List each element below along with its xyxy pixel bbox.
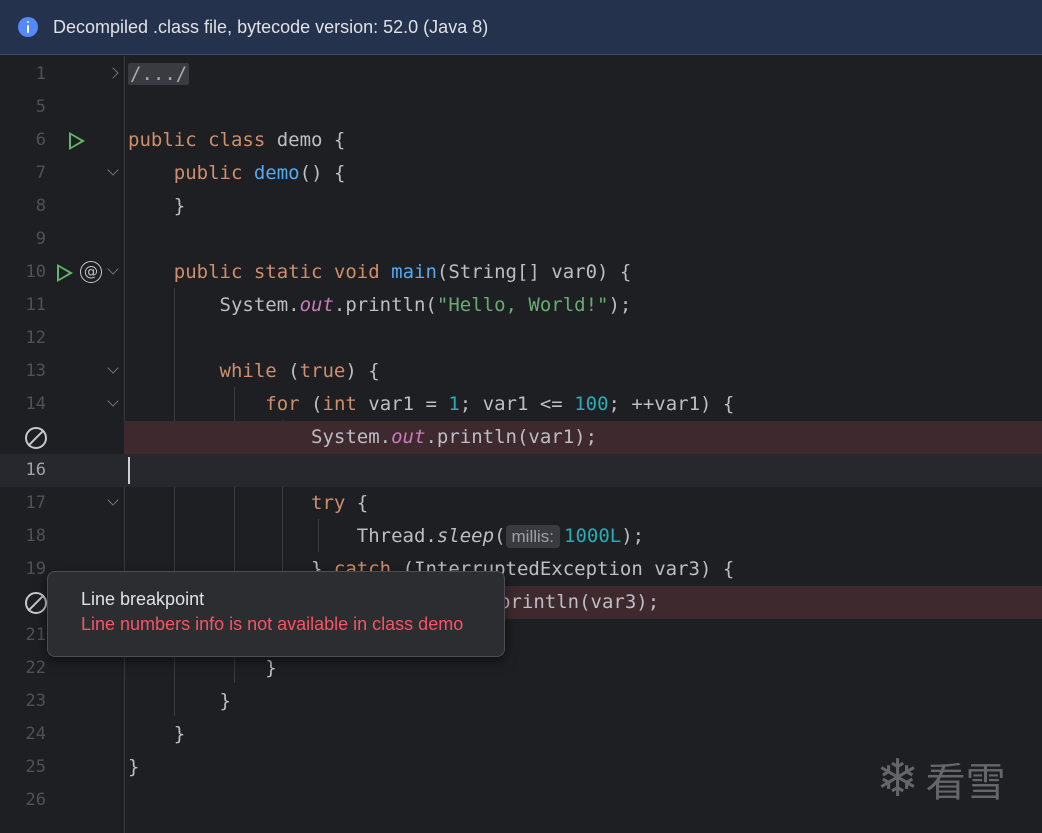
number-literal: 1 xyxy=(448,393,460,415)
line-number: 12 xyxy=(25,328,46,348)
code-line[interactable]: 8 } xyxy=(0,190,1042,223)
line-number: 16 xyxy=(25,460,46,480)
info-icon xyxy=(18,17,38,37)
line-number: 13 xyxy=(25,361,46,381)
keyword: public class xyxy=(128,129,266,151)
line-number: 18 xyxy=(25,526,46,546)
watermark-text: 看雪 xyxy=(925,760,1006,806)
code-line[interactable]: 17 try { xyxy=(0,487,1042,520)
line-number: 10 xyxy=(25,262,46,282)
number-literal: 100 xyxy=(574,393,609,415)
code-text: ( xyxy=(299,393,323,415)
code-text: ; ++var1) { xyxy=(608,393,735,415)
code-line[interactable]: 7 public demo() { xyxy=(0,157,1042,190)
disabled-breakpoint-icon[interactable] xyxy=(25,592,47,614)
code-text: (String[] var0) { xyxy=(436,261,632,283)
string-literal: "Hello, World!" xyxy=(436,294,609,316)
keyword: public static void xyxy=(173,261,380,283)
code-line[interactable]: 18 Thread.sleep(millis: 1000L); xyxy=(0,520,1042,553)
keyword: for xyxy=(265,393,300,415)
code-text: .println( xyxy=(333,294,437,316)
code-text: } xyxy=(219,690,231,712)
method-name: sleep xyxy=(436,525,495,547)
code-text: () { xyxy=(299,162,346,184)
code-line[interactable]: 10 @ public static void main(String[] va… xyxy=(0,256,1042,289)
tooltip-title: Line breakpoint xyxy=(81,589,205,609)
code-text: ; var1 <= xyxy=(459,393,575,415)
run-icon[interactable] xyxy=(69,132,85,150)
line-number: 8 xyxy=(35,196,46,216)
static-field: out xyxy=(391,426,426,448)
code-text: } xyxy=(173,195,186,217)
line-number: 5 xyxy=(35,97,46,117)
method-name: main xyxy=(391,261,437,283)
code-line[interactable]: 13 while (true) { xyxy=(0,355,1042,388)
code-text: } xyxy=(128,756,140,778)
keyword: true xyxy=(299,360,346,382)
line-number: 24 xyxy=(25,724,46,744)
line-number: 9 xyxy=(35,229,46,249)
code-text: } xyxy=(265,657,277,679)
code-text: var1 = xyxy=(356,393,449,415)
disabled-breakpoint-icon[interactable] xyxy=(25,427,47,449)
line-number: 19 xyxy=(25,559,46,579)
line-number: 17 xyxy=(25,493,46,513)
annotation-icon[interactable]: @ xyxy=(80,261,102,283)
parameter-hint: millis: xyxy=(505,525,561,548)
decompiled-notice-banner: Decompiled .class file, bytecode version… xyxy=(0,0,1042,55)
breakpoint-tooltip: Line breakpoint Line numbers info is not… xyxy=(47,571,505,657)
line-number: 11 xyxy=(25,295,46,315)
code-line[interactable]: 14 for (int var1 = 1; var1 <= 100; ++var… xyxy=(0,388,1042,421)
code-text: ) { xyxy=(345,360,380,382)
code-text: System. xyxy=(219,294,300,316)
code-text: ); xyxy=(621,525,645,547)
line-number: 21 xyxy=(25,625,46,645)
code-line[interactable]: 24 } xyxy=(0,718,1042,751)
keyword: while xyxy=(219,360,277,382)
code-text: ( xyxy=(276,360,300,382)
text-caret xyxy=(128,457,130,484)
code-line[interactable]: 23 } xyxy=(0,685,1042,718)
code-line[interactable]: 6 public class demo { xyxy=(0,124,1042,157)
code-line[interactable]: 1 /.../ xyxy=(0,58,1042,91)
watermark: ❄ 看雪 xyxy=(876,750,1006,808)
code-text: demo { xyxy=(265,129,346,151)
code-text: .println(var1); xyxy=(425,426,598,448)
banner-text: Decompiled .class file, bytecode version… xyxy=(53,16,489,37)
line-number: 26 xyxy=(25,790,46,810)
collapsed-region[interactable]: /.../ xyxy=(128,63,190,85)
line-number: 1 xyxy=(35,64,46,84)
run-icon[interactable] xyxy=(57,264,73,282)
code-text: System. xyxy=(311,426,392,448)
tooltip-error-message: Line numbers info is not available in cl… xyxy=(81,614,464,634)
keyword: int xyxy=(322,393,357,415)
code-text: { xyxy=(345,492,369,514)
code-line[interactable]: 11 System.out.println("Hello, World!"); xyxy=(0,289,1042,322)
line-number: 22 xyxy=(25,658,46,678)
code-text: println(var3); xyxy=(499,591,660,613)
code-line[interactable]: 12 xyxy=(0,322,1042,355)
keyword: public xyxy=(173,162,243,184)
code-editor[interactable]: 1 /.../ 5 6 public class demo { 7 public… xyxy=(0,56,1042,833)
breakpoint-line[interactable]: System.out.println(var1); xyxy=(0,421,1042,454)
code-line[interactable]: 9 xyxy=(0,223,1042,256)
code-text: } xyxy=(173,723,186,745)
code-line[interactable]: 5 xyxy=(0,91,1042,124)
method-name: demo xyxy=(253,162,300,184)
snowflake-icon: ❄ xyxy=(876,749,920,809)
line-number: 6 xyxy=(35,130,46,150)
code-text: Thread. xyxy=(356,525,437,547)
line-number: 25 xyxy=(25,757,46,777)
code-text: ( xyxy=(494,525,506,547)
number-literal: 1000L xyxy=(564,525,622,547)
line-number: 14 xyxy=(25,394,46,414)
line-number: 7 xyxy=(35,163,46,183)
current-line[interactable]: 16 xyxy=(0,454,1042,487)
code-text: ); xyxy=(608,294,632,316)
keyword: try xyxy=(311,492,346,514)
static-field: out xyxy=(299,294,334,316)
line-number: 23 xyxy=(25,691,46,711)
